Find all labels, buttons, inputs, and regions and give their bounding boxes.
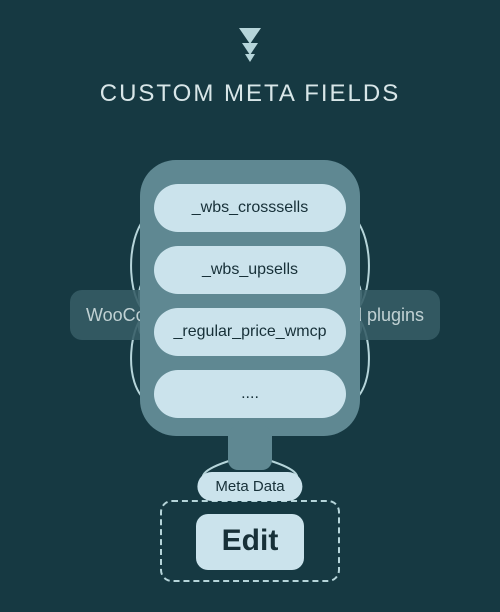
edit-button[interactable]: Edit [196, 514, 305, 570]
down-arrow-icon [239, 28, 261, 62]
meta-field-pill: _wbs_upsells [154, 246, 346, 294]
meta-data-label: Meta Data [215, 478, 284, 495]
meta-field-label: _wbs_upsells [202, 261, 298, 279]
meta-field-pill: _wbs_crosssells [154, 184, 346, 232]
meta-data-badge: Meta Data [197, 472, 302, 501]
meta-field-label: .... [241, 385, 259, 403]
fields-funnel: _wbs_crosssells _wbs_upsells _regular_pr… [140, 160, 360, 470]
edit-container: Edit [160, 500, 340, 582]
meta-field-label: _wbs_crosssells [192, 199, 308, 217]
meta-field-pill: .... [154, 370, 346, 418]
meta-field-label: _regular_price_wmcp [174, 323, 327, 341]
edit-button-label: Edit [222, 524, 279, 557]
page-title: CUSTOM META FIELDS [0, 80, 500, 108]
meta-field-pill: _regular_price_wmcp [154, 308, 346, 356]
